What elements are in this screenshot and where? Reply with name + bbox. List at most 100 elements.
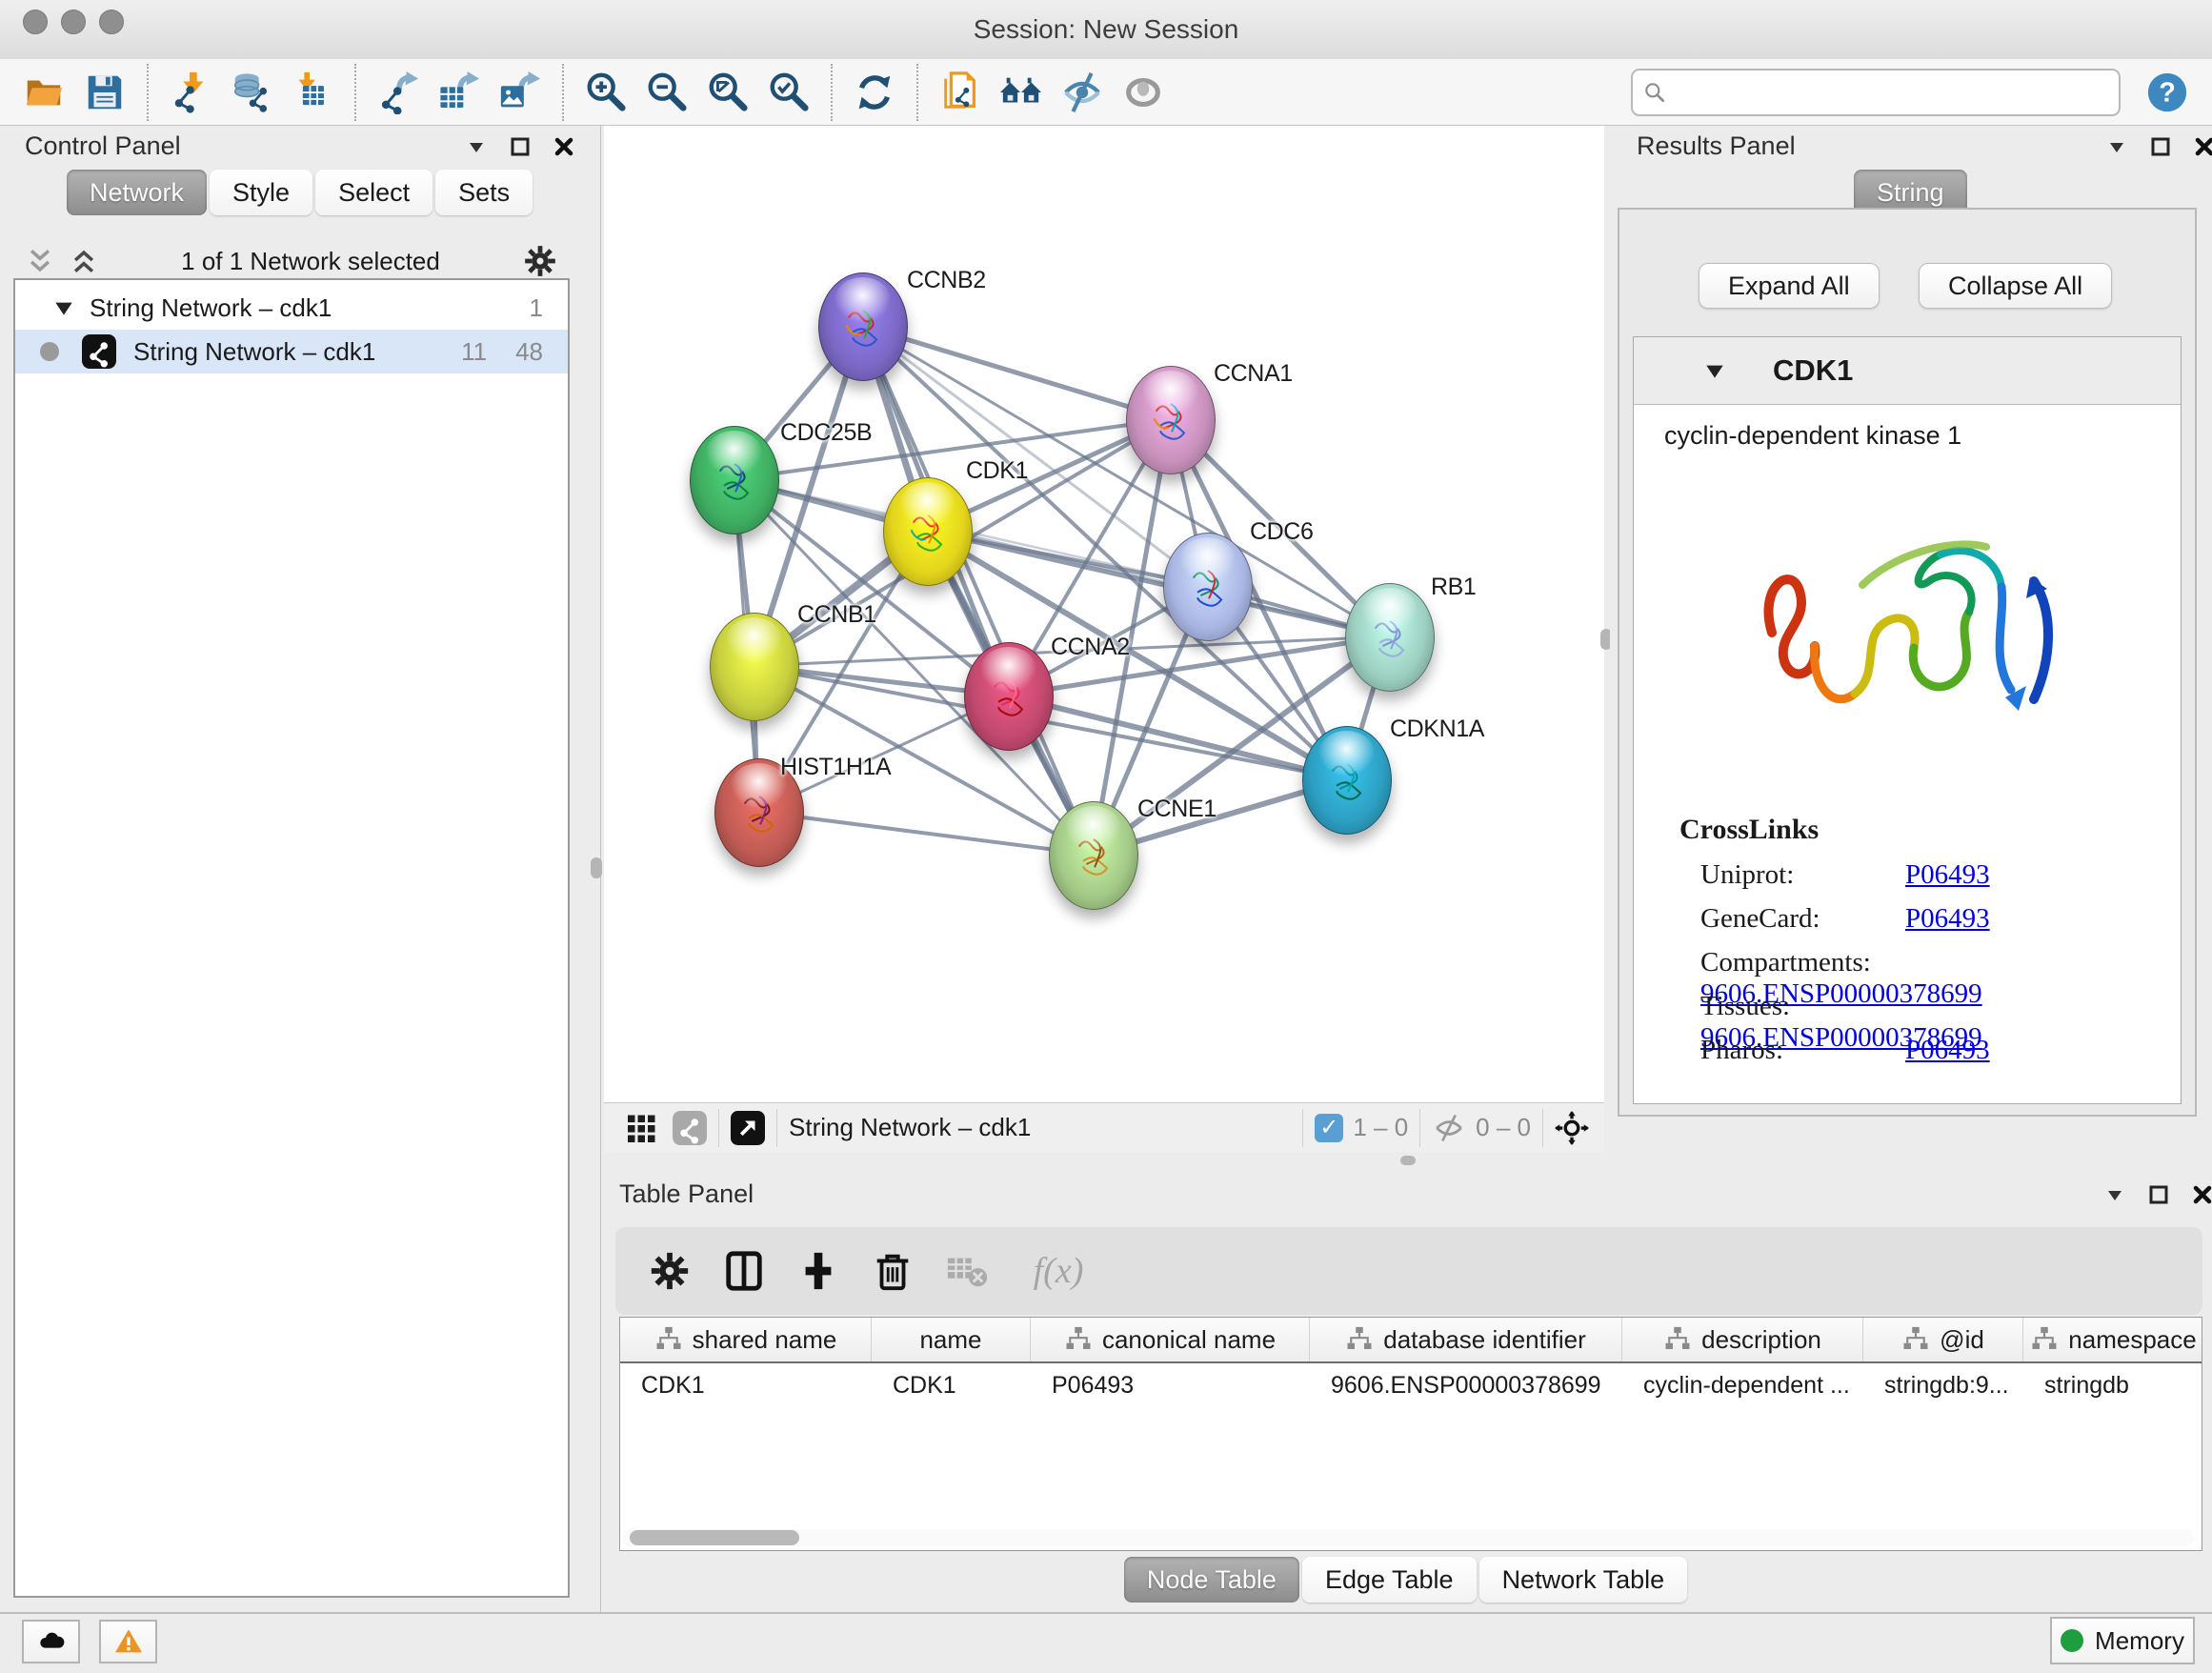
node-CCNA1[interactable]	[1126, 366, 1216, 474]
network-edge[interactable]	[758, 812, 1093, 855]
function-builder-button[interactable]: f(x)	[1016, 1244, 1101, 1298]
node-details: CDK1 cyclin-dependent kinase 1 C	[1633, 336, 2182, 1104]
network-edge[interactable]	[862, 326, 1093, 855]
panel-menu-icon[interactable]	[2105, 135, 2128, 158]
column-header-namespace[interactable]: namespace	[2023, 1318, 2202, 1361]
table-panel: Table Panel	[602, 1172, 2212, 1612]
export-network-button[interactable]	[372, 66, 424, 119]
network-canvas[interactable]: CCNB2CCNA1CDC25BCDK1CDC6RB1CCNB1CCNA2CDK…	[604, 126, 1604, 1102]
node-CDK1[interactable]	[883, 477, 973, 586]
network-from-file-button[interactable]	[935, 66, 986, 119]
delete-table-button[interactable]	[941, 1244, 993, 1298]
horizontal-splitter-handle[interactable]	[1400, 1156, 1416, 1165]
node-entry-header[interactable]: CDK1	[1634, 337, 2181, 405]
tab-edge-table[interactable]: Edge Table	[1302, 1557, 1477, 1602]
detach-view-icon[interactable]	[731, 1111, 765, 1145]
node-CDC25B[interactable]	[690, 426, 779, 534]
node-CDC6[interactable]	[1163, 533, 1253, 641]
import-table-from-file-button[interactable]	[287, 66, 338, 119]
help-button[interactable]: ?	[2143, 69, 2191, 116]
toolbar-separator	[562, 64, 564, 121]
node-CCNB2[interactable]	[818, 272, 908, 381]
string-home-button[interactable]	[995, 66, 1047, 119]
import-network-from-database-button[interactable]	[226, 66, 277, 119]
export-table-button[interactable]	[433, 66, 485, 119]
network-collection-row[interactable]: String Network – cdk1 1	[15, 286, 568, 330]
float-panel-icon[interactable]	[2147, 1183, 2170, 1206]
crosslink-uniprot-link[interactable]: P06493	[1905, 859, 1990, 890]
selected-checkbox[interactable]: ✓	[1315, 1114, 1343, 1142]
network-edge[interactable]	[862, 326, 1170, 419]
save-session-button[interactable]	[79, 66, 131, 119]
search-input[interactable]	[1667, 72, 2119, 112]
tab-network-table[interactable]: Network Table	[1479, 1557, 1688, 1602]
panel-menu-icon[interactable]	[465, 135, 488, 158]
column-header-description[interactable]: description	[1622, 1318, 1863, 1361]
zoom-fit-button[interactable]	[702, 66, 754, 119]
disclosure-triangle-icon[interactable]	[51, 295, 76, 320]
import-network-from-file-button[interactable]	[165, 66, 216, 119]
float-panel-icon[interactable]	[2149, 135, 2172, 158]
tab-network[interactable]: Network	[67, 170, 207, 215]
close-panel-icon[interactable]	[2193, 135, 2212, 158]
node-CCNB1[interactable]	[710, 613, 799, 721]
column-header-database-identifier[interactable]: database identifier	[1310, 1318, 1622, 1361]
network-row[interactable]: String Network – cdk1 11 48	[15, 330, 568, 373]
close-panel-icon[interactable]	[553, 135, 575, 158]
tab-style[interactable]: Style	[210, 170, 312, 215]
tab-node-table[interactable]: Node Table	[1124, 1557, 1299, 1602]
column-header-label: namespace	[2068, 1325, 2196, 1355]
grid-view-icon[interactable]	[625, 1111, 659, 1145]
update-network-button[interactable]	[849, 66, 900, 119]
close-window-button[interactable]	[23, 10, 48, 34]
highlight-filter-button[interactable]	[1117, 66, 1169, 119]
zoom-selected-button[interactable]	[763, 66, 814, 119]
scrollbar-thumb[interactable]	[630, 1530, 799, 1545]
share-view-icon[interactable]	[673, 1111, 707, 1145]
column-header-canonical-name[interactable]: canonical name	[1031, 1318, 1310, 1361]
create-column-button[interactable]	[793, 1244, 844, 1298]
open-session-button[interactable]	[18, 66, 70, 119]
warnings-button[interactable]	[99, 1620, 157, 1663]
crosslink-genecard-link[interactable]: P06493	[1905, 903, 1990, 934]
node-CCNA2[interactable]	[964, 642, 1054, 751]
expand-all-button[interactable]: Expand All	[1699, 263, 1880, 309]
zoom-in-button[interactable]	[580, 66, 632, 119]
expand-all-icon[interactable]	[69, 246, 99, 276]
birds-eye-icon[interactable]	[1555, 1111, 1589, 1145]
protein-structure-thumb	[1185, 557, 1231, 619]
hide-selected-icon	[1060, 71, 1104, 114]
panel-menu-icon[interactable]	[2103, 1183, 2126, 1206]
collapse-all-button[interactable]: Collapse All	[1919, 263, 2112, 309]
delete-column-button[interactable]	[867, 1244, 918, 1298]
node-CCNE1[interactable]	[1049, 801, 1138, 910]
zoom-out-button[interactable]	[641, 66, 693, 119]
memory-button[interactable]: Memory	[2050, 1617, 2195, 1664]
column-header-shared-name[interactable]: shared name	[620, 1318, 872, 1361]
highlight-filter-icon	[1121, 71, 1165, 114]
float-panel-icon[interactable]	[509, 135, 532, 158]
tab-select[interactable]: Select	[315, 170, 432, 215]
minimize-window-button[interactable]	[61, 10, 86, 34]
column-header-@id[interactable]: @id	[1863, 1318, 2023, 1361]
zoom-window-button[interactable]	[99, 10, 124, 34]
tab-sets[interactable]: Sets	[435, 170, 533, 215]
show-columns-button[interactable]	[718, 1244, 770, 1298]
network-label: String Network – cdk1	[133, 337, 375, 367]
close-panel-icon[interactable]	[2191, 1183, 2212, 1206]
table-row[interactable]: CDK1CDK1P064939606.ENSP00000378699cyclin…	[620, 1363, 2202, 1407]
vertical-splitter-handle[interactable]	[591, 857, 602, 878]
table-options-button[interactable]	[644, 1244, 695, 1298]
hide-selected-button[interactable]	[1056, 66, 1108, 119]
node-label-CDC25B: CDC25B	[780, 419, 872, 447]
horizontal-scrollbar[interactable]	[622, 1529, 2194, 1546]
disclosure-triangle-icon[interactable]	[1702, 358, 1727, 383]
export-image-button[interactable]	[494, 66, 546, 119]
collapse-all-icon[interactable]	[25, 246, 55, 276]
node-CDKN1A[interactable]	[1302, 726, 1392, 835]
node-RB1[interactable]	[1345, 583, 1435, 692]
cloud-button[interactable]	[22, 1620, 80, 1663]
column-header-name[interactable]: name	[872, 1318, 1031, 1361]
crosslink-pharos-link[interactable]: P06493	[1905, 1035, 1990, 1065]
network-options-gear-icon[interactable]	[522, 243, 558, 279]
